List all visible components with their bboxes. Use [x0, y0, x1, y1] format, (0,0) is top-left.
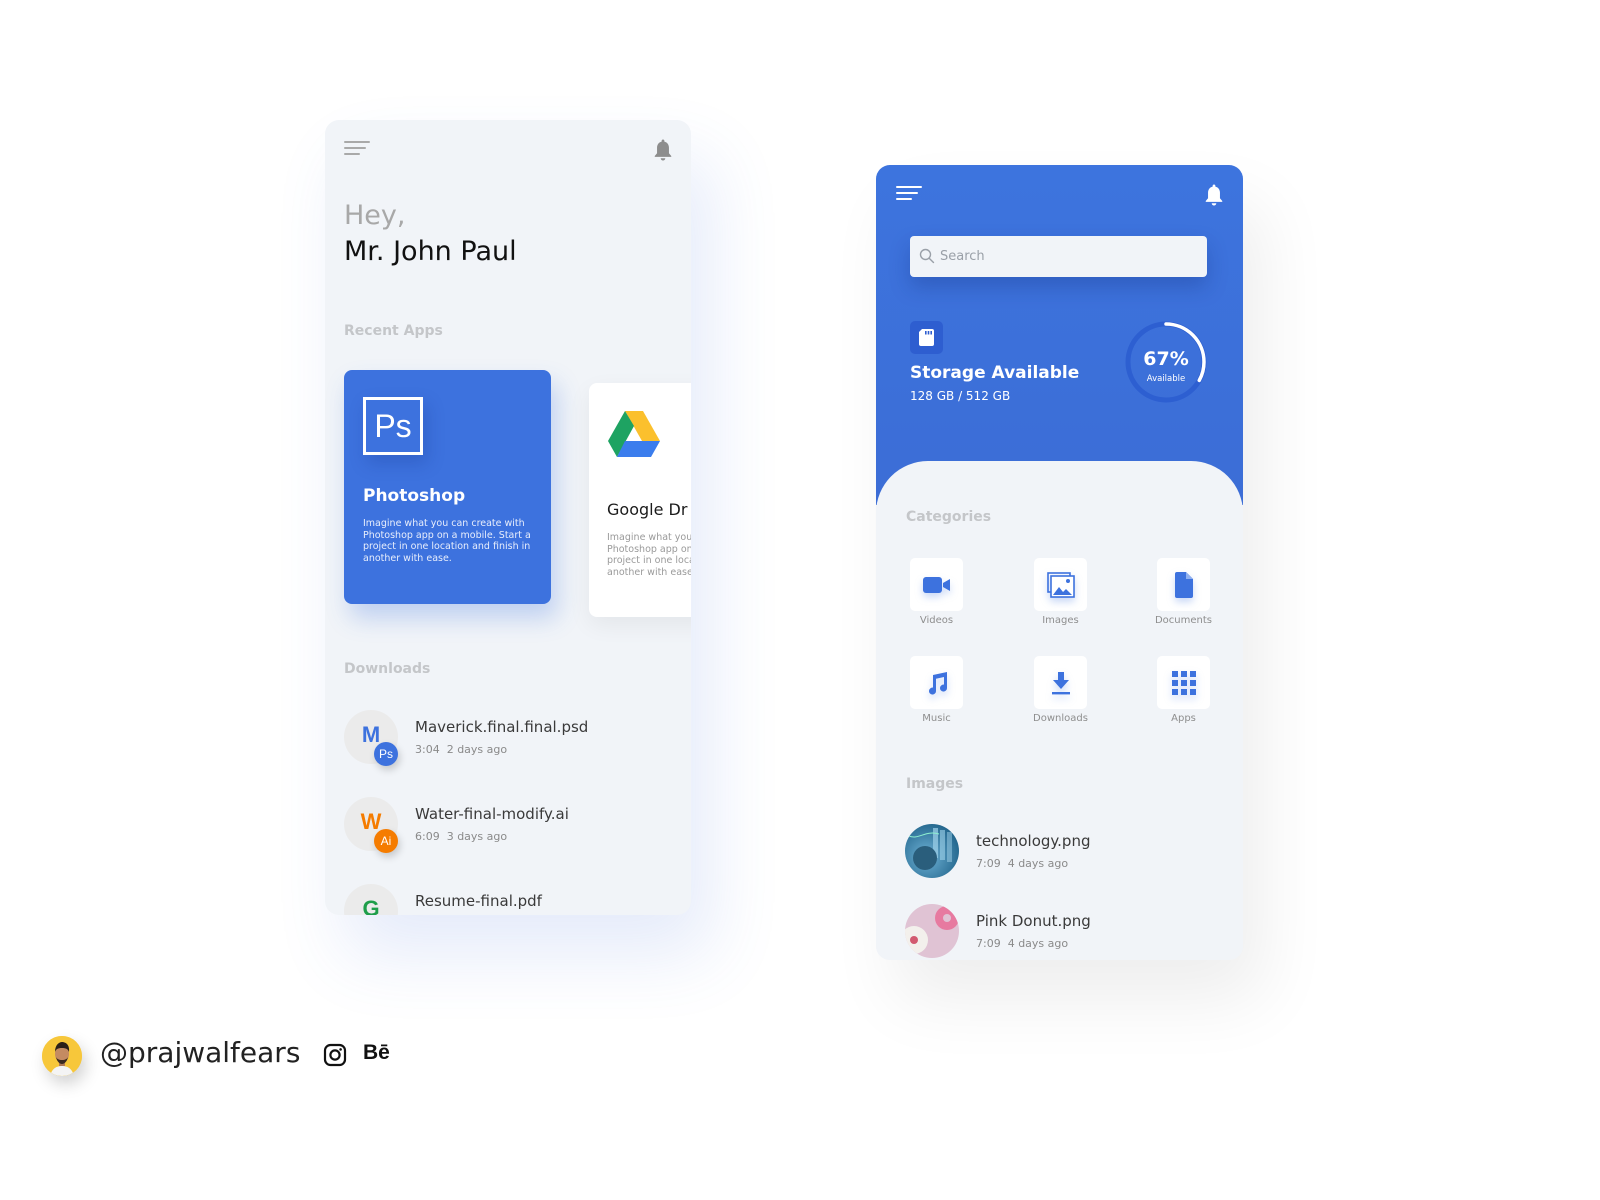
file-time: 3:04 [415, 743, 440, 756]
file-name: Resume-final.pdf [415, 892, 542, 910]
file-letter: G [362, 896, 380, 915]
category-music[interactable]: Music [910, 656, 963, 724]
category-label: Videos [919, 615, 954, 626]
app-card-description: Imagine what you can create with Photosh… [363, 518, 531, 564]
images-icon [1046, 571, 1075, 598]
home-screen: Hey, Mr. John Paul Recent Apps Ps Photos… [325, 120, 691, 915]
menu-icon[interactable] [344, 141, 370, 157]
image-meta: 7:09 4 days ago [976, 857, 1068, 870]
image-thumbnail [905, 904, 959, 958]
storage-used: 128 GB / 512 GB [910, 389, 1011, 403]
storage-percent-label: Available [1146, 374, 1186, 384]
greeting-text: Hey, [344, 200, 406, 231]
file-meta: 6:09 3 days ago [415, 830, 507, 843]
category-label: Downloads [1033, 713, 1088, 724]
category-documents[interactable]: Documents [1155, 558, 1212, 626]
image-item[interactable]: Pink Donut.png 7:09 4 days ago [905, 904, 1225, 960]
author-avatar [42, 1036, 82, 1076]
file-name: Maverick.final.final.psd [415, 718, 589, 736]
download-item[interactable]: G Resume-final.pdf [344, 884, 684, 915]
content-panel [876, 461, 1243, 960]
category-label: Documents [1154, 615, 1213, 626]
app-card-description: Imagine what you can create with Photosh… [607, 532, 691, 578]
categories-heading: Categories [906, 509, 992, 525]
image-item[interactable]: technology.png 7:09 4 days ago [905, 824, 1225, 880]
category-videos[interactable]: Videos [910, 558, 963, 626]
author-handle[interactable]: @prajwalfears [100, 1036, 300, 1069]
image-age: 4 days ago [1007, 857, 1069, 870]
category-downloads[interactable]: Downloads [1033, 656, 1088, 724]
storage-percent: 67% [1143, 348, 1189, 370]
music-note-icon [928, 671, 947, 695]
app-card-title: Google Dr [607, 500, 688, 519]
file-time: 6:09 [415, 830, 440, 843]
image-meta: 7:09 4 days ago [976, 937, 1068, 950]
photoshop-badge-icon: Ps [374, 742, 398, 766]
image-name: Pink Donut.png [976, 912, 1091, 930]
storage-title: Storage Available [910, 363, 1080, 383]
category-images[interactable]: Images [1034, 558, 1087, 626]
user-name: Mr. John Paul [344, 236, 517, 267]
sd-card-icon [910, 321, 943, 354]
image-thumbnail [905, 824, 959, 878]
document-icon [1174, 571, 1193, 598]
instagram-icon[interactable] [323, 1043, 347, 1067]
apps-grid-icon [1171, 670, 1196, 695]
file-avatar: M Ps [344, 710, 398, 766]
app-card-title: Photoshop [363, 486, 466, 506]
menu-icon[interactable] [896, 186, 922, 202]
category-label: Images [1042, 615, 1079, 626]
image-name: technology.png [976, 832, 1091, 850]
file-age: 3 days ago [446, 830, 508, 843]
bell-icon[interactable] [1203, 183, 1225, 207]
image-time: 7:09 [976, 937, 1001, 950]
search-input[interactable] [940, 236, 1200, 277]
file-age: 2 days ago [446, 743, 508, 756]
app-card-google-drive[interactable]: Google Dr Imagine what you can create wi… [589, 383, 691, 617]
category-label: Music [922, 713, 951, 724]
category-apps[interactable]: Apps [1157, 656, 1210, 724]
file-name: Water-final-modify.ai [415, 805, 569, 823]
photoshop-logo-icon: Ps [363, 397, 423, 455]
illustrator-badge-icon: Ai [374, 829, 398, 853]
category-label: Apps [1171, 713, 1196, 724]
video-camera-icon [922, 576, 950, 593]
download-item[interactable]: W Ai Water-final-modify.ai 6:09 3 days ag… [344, 797, 684, 857]
downloads-heading: Downloads [344, 661, 431, 677]
image-time: 7:09 [976, 857, 1001, 870]
file-meta: 3:04 2 days ago [415, 743, 507, 756]
images-heading: Images [906, 776, 964, 792]
image-age: 4 days ago [1007, 937, 1069, 950]
search-icon [919, 248, 935, 264]
download-icon [1051, 671, 1070, 694]
recent-apps-heading: Recent Apps [344, 323, 443, 339]
file-avatar: W Ai [344, 797, 398, 853]
app-card-photoshop[interactable]: Ps Photoshop Imagine what you can create… [344, 370, 551, 604]
file-avatar: G [344, 884, 398, 915]
google-drive-logo-icon [608, 411, 660, 457]
search-bar[interactable] [910, 236, 1207, 277]
download-item[interactable]: M Ps Maverick.final.final.psd 3:04 2 days… [344, 710, 684, 770]
storage-screen: Storage Available 128 GB / 512 GB 67% Av… [876, 165, 1243, 960]
bell-icon[interactable] [652, 138, 674, 162]
behance-icon[interactable]: Bē [363, 1041, 390, 1065]
